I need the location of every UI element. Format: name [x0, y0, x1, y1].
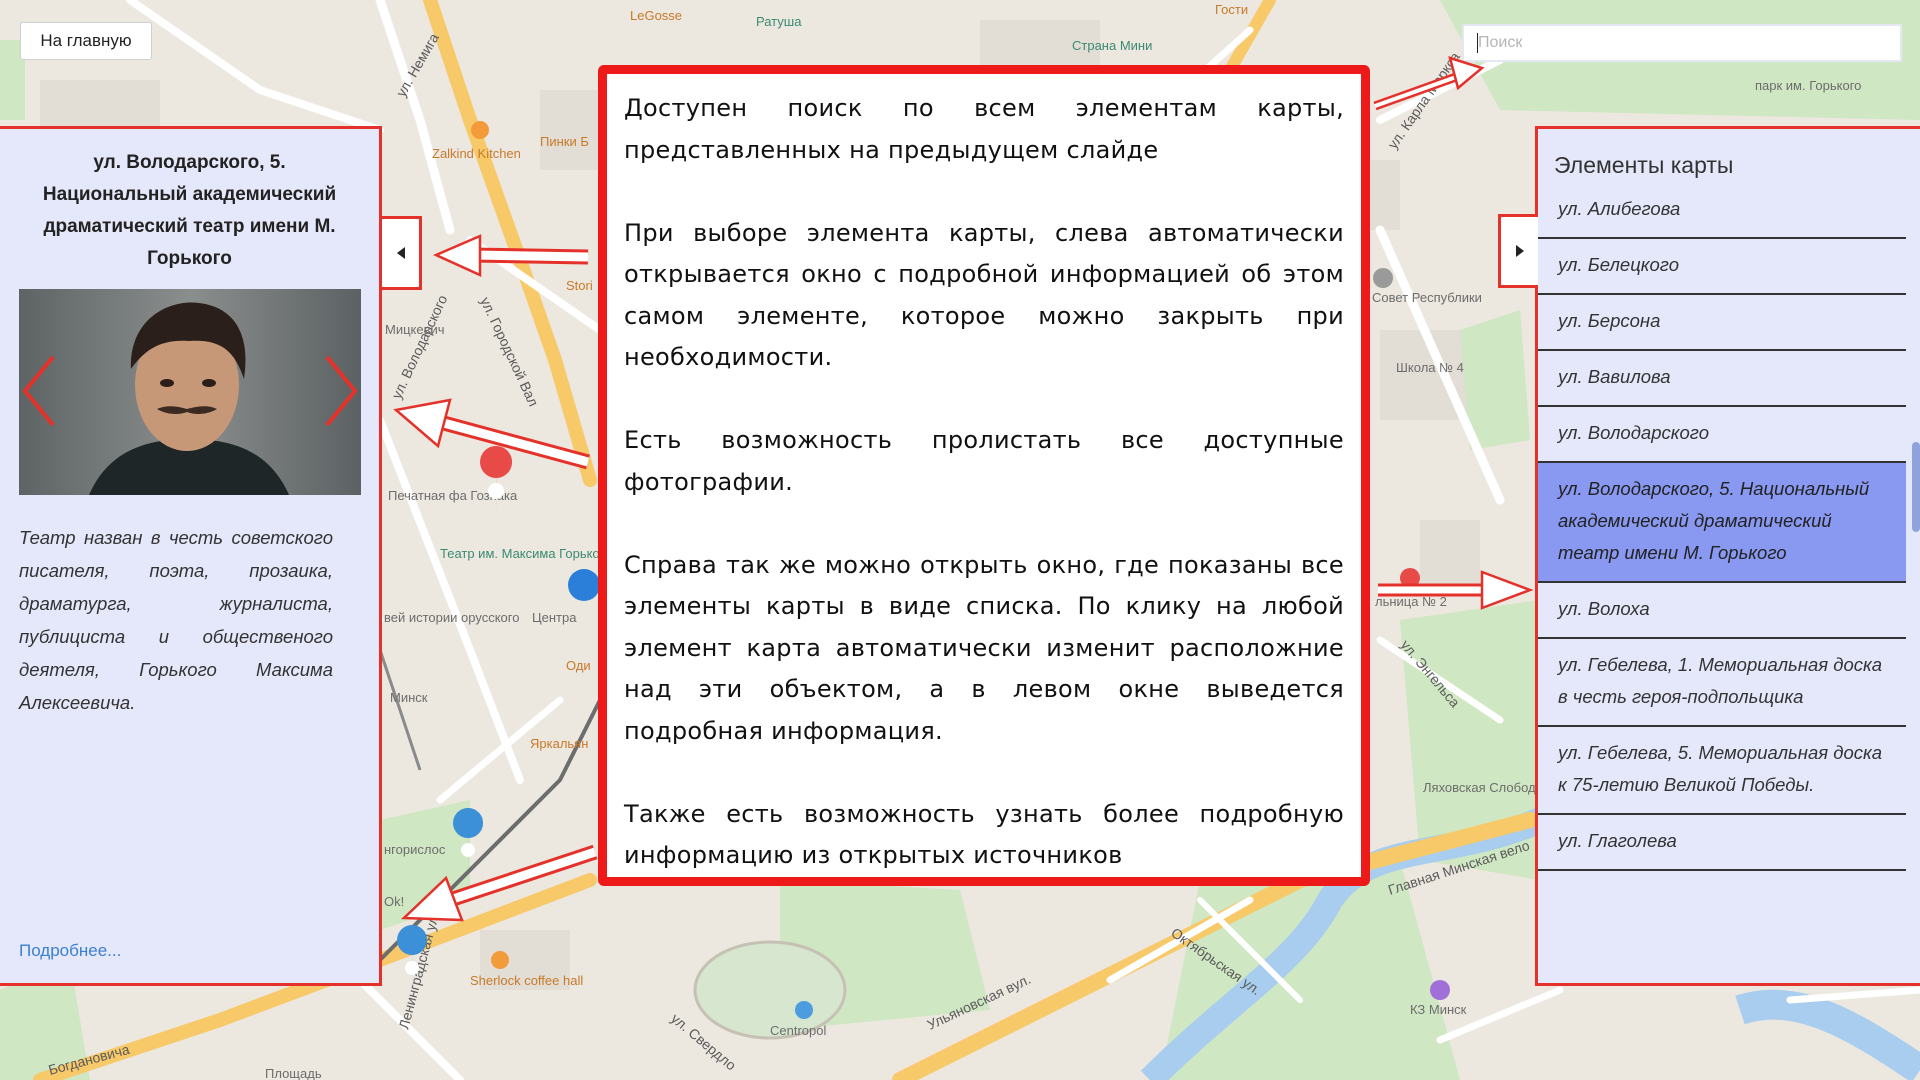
instruction-paragraph: Доступен поиск по всем элементам карты, … [624, 94, 1344, 164]
place-label: Площадь [265, 1066, 322, 1080]
place-label: Ok! [384, 894, 404, 909]
map-pin-icon[interactable] [491, 951, 509, 969]
map-elements-list: ул. Алибегова ул. Белецкого ул. Берсона ул.… [1538, 183, 1920, 871]
place-label: Ляховская Слобода [1423, 780, 1544, 795]
instruction-paragraph: Также есть возможность узнать более подр… [624, 799, 1344, 870]
more-info-link[interactable]: Подробнее... [19, 941, 121, 961]
place-label: Zalkind Kitchen [432, 146, 521, 161]
place-label: Театр им. Максима Горького [440, 546, 611, 561]
map-element-item[interactable]: ул. Вавилова [1538, 351, 1906, 407]
place-label: Совет Республики [1372, 290, 1482, 305]
chevron-right-icon [325, 355, 358, 427]
place-label: Мицкевич [385, 322, 445, 337]
place-label: Ратуша [756, 14, 802, 29]
place-label: Centropol [770, 1023, 826, 1038]
place-label: Центра [532, 610, 577, 625]
map-element-item[interactable]: ул. Гебелева, 1. Мемориальная доска в че… [1538, 639, 1906, 727]
map-element-item[interactable]: ул. Берсона [1538, 295, 1906, 351]
place-label: льница № 2 [1375, 594, 1447, 609]
map-element-item[interactable]: ул. Алибегова [1538, 183, 1906, 239]
map-pin-icon[interactable] [1430, 980, 1450, 1000]
map-element-item[interactable]: ул. Володарского [1538, 407, 1906, 463]
panel-title: Элементы карты [1554, 152, 1734, 178]
photo-prev-button[interactable] [19, 351, 59, 431]
map-pin-icon[interactable] [1373, 268, 1393, 288]
place-label: Гости [1215, 2, 1248, 17]
place-label: Sherlock coffee hall [470, 973, 583, 988]
map-pin-icon[interactable] [1400, 568, 1420, 588]
place-label: Оди [566, 658, 591, 673]
map-elements-panel: Элементы карты ул. Алибегова ул. Белецког… [1535, 126, 1920, 986]
place-label: Минск [390, 690, 428, 705]
map-pin-icon[interactable] [795, 1001, 813, 1019]
place-label: вей истории орусского [384, 610, 519, 625]
search-input[interactable] [1462, 24, 1902, 62]
place-label: Яркальян [530, 736, 588, 751]
map-element-item[interactable]: ул. Гебелева, 5. Мемориальная доска к 75… [1538, 727, 1906, 815]
photo-carousel[interactable] [19, 289, 361, 495]
map-element-item[interactable]: ул. Белецкого [1538, 239, 1906, 295]
portrait-photo [19, 289, 361, 495]
caret-left-icon [396, 247, 405, 259]
map-element-item[interactable]: ул. Володарского, 5. Национальный академ… [1538, 463, 1906, 583]
object-description: Театр назван в честь советского писателя… [19, 527, 333, 713]
place-label: нгорислос [384, 842, 446, 857]
object-info-panel: ул. Володарского, 5. Национальный академ… [0, 126, 382, 986]
instruction-box: Доступен поиск по всем элементам карты, … [598, 65, 1370, 886]
map-cluster-icon[interactable] [568, 569, 600, 601]
scrollbar-thumb[interactable] [1912, 442, 1920, 532]
text-caret [1477, 33, 1478, 53]
place-label: Stori [566, 278, 593, 293]
right-panel-toggle[interactable] [1498, 214, 1538, 288]
place-label: парк им. Горького [1755, 78, 1861, 93]
place-label: Страна Мини [1072, 38, 1152, 53]
chevron-left-icon [22, 355, 55, 427]
home-button[interactable]: На главную [20, 22, 152, 60]
photo-next-button[interactable] [321, 351, 361, 431]
map-element-item[interactable]: ул. Глаголева [1538, 815, 1906, 871]
object-title: ул. Володарского, 5. Национальный академ… [42, 152, 337, 269]
instruction-paragraph: Справа так же можно открыть окно, где по… [624, 550, 1344, 745]
left-panel-toggle[interactable] [382, 216, 422, 290]
place-label: Пинки Б [540, 134, 589, 149]
map-pin-icon[interactable] [471, 121, 489, 139]
place-label: КЗ Минск [1410, 1002, 1467, 1017]
place-label: LeGosse [630, 8, 682, 23]
instruction-paragraph: При выборе элемента карты, слева автомат… [624, 218, 1344, 372]
caret-right-icon [1515, 245, 1524, 257]
place-label: Школа № 4 [1396, 360, 1464, 375]
map-element-item[interactable]: ул. Волоха [1538, 583, 1906, 639]
instruction-paragraph: Есть возможность пролистать все доступны… [624, 426, 1344, 496]
